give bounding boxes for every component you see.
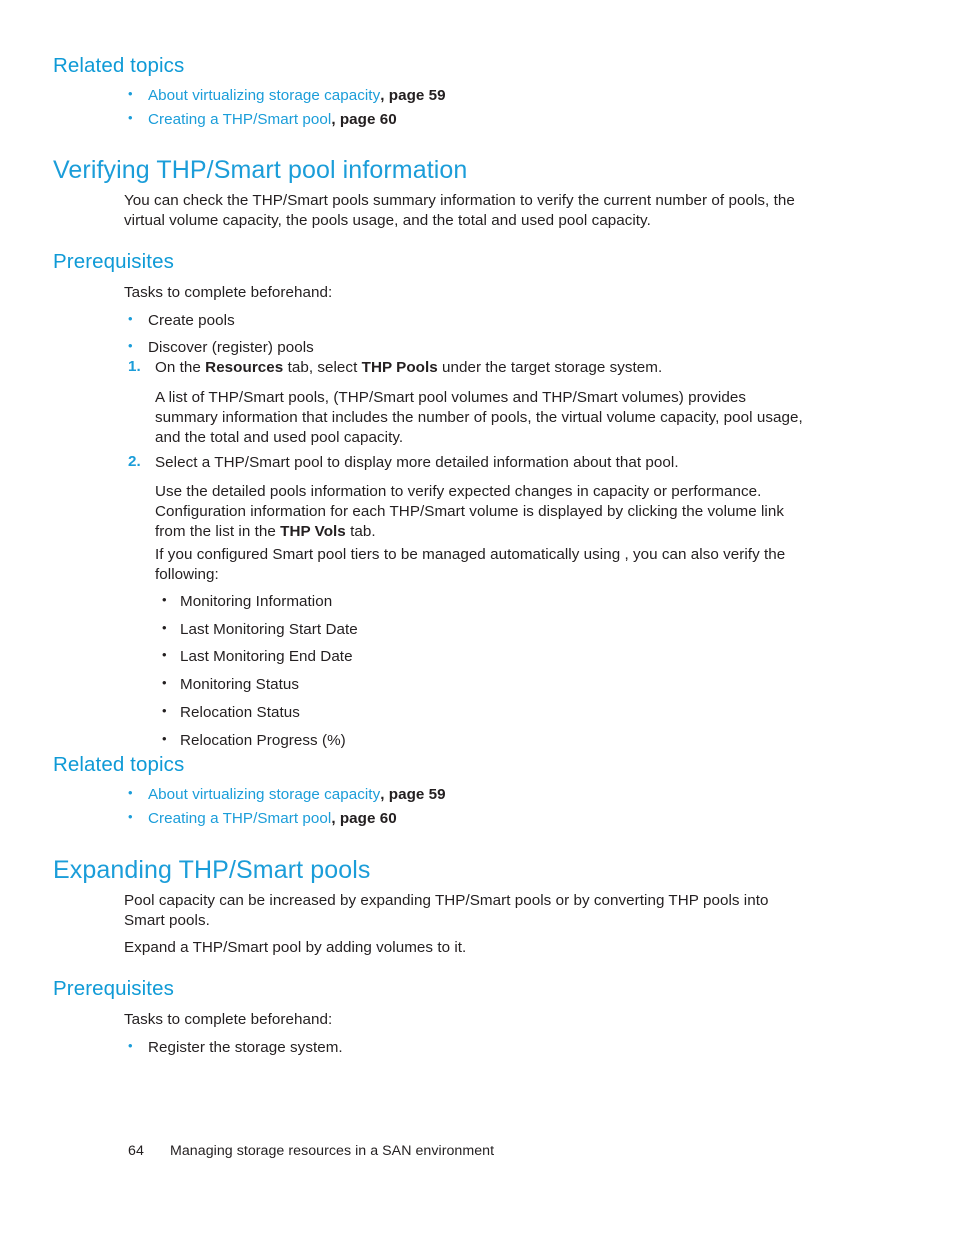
list-item: Create pools — [128, 310, 804, 331]
related-topics-list-top: About virtualizing storage capacity, pag… — [128, 85, 828, 130]
related-topic-link[interactable]: Creating a THP/Smart pool — [148, 111, 331, 128]
step-text-part: On the — [155, 359, 206, 376]
list-item: Relocation Status — [162, 702, 762, 723]
list-item: Last Monitoring End Date — [162, 646, 762, 667]
related-topics-heading-top: Related topics — [53, 54, 185, 77]
list-item: Discover (register) pools — [128, 337, 804, 358]
related-topic-page-ref: , page 60 — [331, 810, 397, 828]
step-marker: 1. — [128, 358, 141, 375]
prerequisites-heading-verifying: Prerequisites — [53, 250, 174, 273]
related-topics-list-bottom: About virtualizing storage capacity, pag… — [128, 784, 828, 829]
list-item: About virtualizing storage capacity, pag… — [128, 85, 828, 106]
step-2: 2. Select a THP/Smart pool to display mo… — [128, 453, 818, 473]
list-item: About virtualizing storage capacity, pag… — [128, 784, 828, 805]
related-topic-link[interactable]: About virtualizing storage capacity — [148, 786, 380, 803]
expanding-paragraph-2: Expand a THP/Smart pool by adding volume… — [124, 939, 467, 956]
related-topic-link[interactable]: Creating a THP/Smart pool — [148, 810, 331, 827]
related-topic-page-ref: , page 60 — [331, 111, 397, 129]
related-topic-page-ref: , page 59 — [380, 87, 446, 104]
list-item: Monitoring Status — [162, 674, 762, 695]
document-page: Related topics About virtualizing storag… — [0, 0, 954, 1235]
footer-title: Managing storage resources in a SAN envi… — [170, 1143, 495, 1159]
step-bold-resources: Resources — [205, 359, 284, 376]
list-item: Creating a THP/Smart pool, page 60 — [128, 109, 828, 130]
verify-items-list: Monitoring Information Last Monitoring S… — [162, 591, 762, 751]
bold-thp-vols: THP Vols — [280, 523, 346, 541]
step-text: On the Resources tab, select THP Pools u… — [155, 359, 662, 376]
step-text: Select a THP/Smart pool to display more … — [155, 454, 679, 471]
prerequisites-list-verifying: Create pools Discover (register) pools — [128, 310, 804, 358]
followup-text-part: tab. — [345, 523, 376, 541]
prerequisites-lead-verifying: Tasks to complete beforehand: — [124, 284, 333, 301]
step-2-followup-2: If you configured Smart pool tiers to be… — [155, 546, 786, 584]
expanding-paragraph-1: Pool capacity can be increased by expand… — [124, 892, 769, 930]
section-heading-verifying: Verifying THP/Smart pool information — [53, 156, 468, 184]
list-item: Register the storage system. — [128, 1037, 804, 1058]
related-topic-link[interactable]: About virtualizing storage capacity — [148, 87, 380, 104]
section-heading-expanding: Expanding THP/Smart pools — [53, 856, 371, 884]
list-item: Creating a THP/Smart pool, page 60 — [128, 808, 828, 829]
related-topic-page-ref: , page 59 — [380, 786, 446, 803]
list-item: Last Monitoring Start Date — [162, 619, 762, 640]
step-text-part: under the target storage system. — [437, 359, 663, 376]
step-1-followup: A list of THP/Smart pools, (THP/Smart po… — [155, 389, 803, 447]
step-bold-thp-pools: THP Pools — [361, 359, 438, 376]
step-text-part: tab, select — [283, 359, 362, 376]
prerequisites-heading-expanding: Prerequisites — [53, 977, 174, 1000]
list-item: Relocation Progress (%) — [162, 730, 762, 751]
followup-text-part: Use the detailed pools information to ve… — [155, 483, 784, 541]
footer-page-number: 64 — [128, 1143, 144, 1159]
list-item: Monitoring Information — [162, 591, 762, 612]
prerequisites-list-expanding: Register the storage system. — [128, 1037, 804, 1058]
page-footer: 64 Managing storage resources in a SAN e… — [128, 1143, 494, 1159]
related-topics-heading-bottom: Related topics — [53, 753, 185, 776]
step-1: 1. On the Resources tab, select THP Pool… — [128, 358, 818, 378]
prerequisites-lead-expanding: Tasks to complete beforehand: — [124, 1011, 333, 1028]
section-intro-paragraph: You can check the THP/Smart pools summar… — [124, 192, 795, 230]
step-2-followup: Use the detailed pools information to ve… — [155, 482, 803, 543]
step-marker: 2. — [128, 453, 141, 470]
